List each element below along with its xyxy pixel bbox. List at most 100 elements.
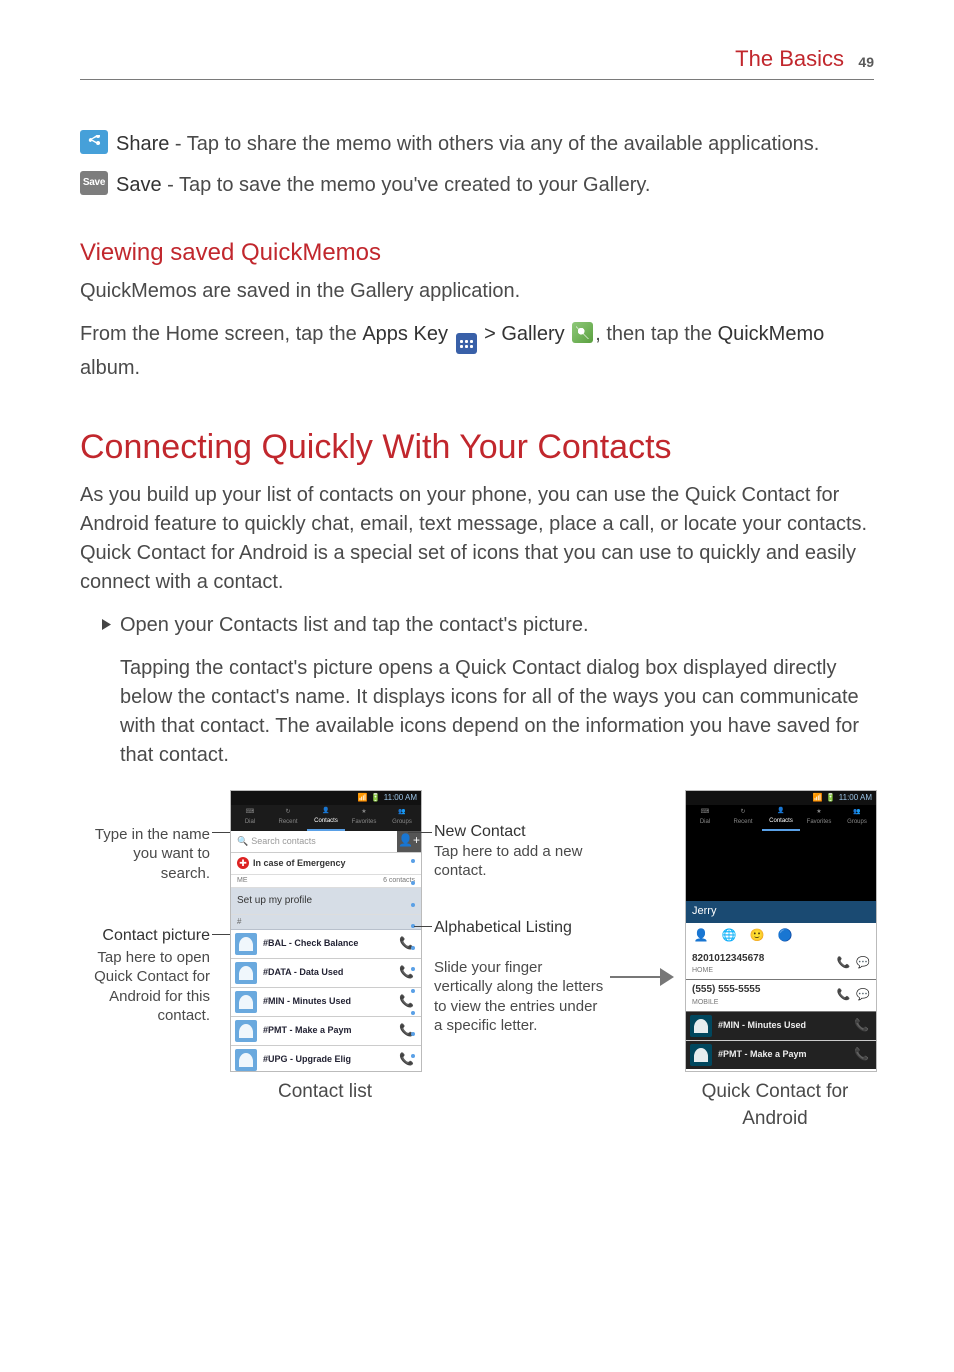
tabs-row-right: ⌨Dial ↻Recent 👤Contacts ★Favorites 👥Grou…	[686, 805, 876, 831]
contact-row-min[interactable]: #MIN - Minutes Used 📞	[231, 988, 421, 1017]
share-icon	[80, 130, 108, 154]
qc-row-min[interactable]: #MIN - Minutes Used 📞	[686, 1012, 876, 1041]
bullet-row: Open your Contacts list and tap the cont…	[102, 611, 874, 640]
call-icon[interactable]: 📞	[837, 956, 851, 972]
tab-contacts-r[interactable]: 👤Contacts	[762, 805, 800, 831]
share-label: Share	[116, 133, 169, 155]
arrow-right-icon	[660, 968, 674, 986]
call-icon[interactable]: 📞	[854, 1046, 872, 1063]
qc-row-home[interactable]: 8201012345678 HOME 📞 💬	[686, 949, 876, 981]
label-new-contact: New Contact	[434, 822, 526, 843]
tab-favorites[interactable]: ★Favorites	[345, 805, 383, 831]
status-bar-left: 📶🔋11:00 AM	[231, 791, 421, 805]
screenshot-contact-list: 📶🔋11:00 AM ⌨Dial ↻Recent 👤Contacts ★Favo…	[230, 790, 422, 1072]
search-row: 🔍Search contacts 👤+	[231, 831, 421, 853]
save-desc: - Tap to save the memo you've created to…	[162, 174, 651, 196]
bullet-text: Open your Contacts list and tap the cont…	[120, 611, 589, 640]
contact-row-bal[interactable]: #BAL - Check Balance 📞	[231, 930, 421, 959]
qc-name: Jerry	[686, 901, 876, 923]
apps-key-icon	[456, 333, 477, 354]
me-row: ME6 contacts	[231, 875, 421, 888]
avatar-icon[interactable]	[235, 1049, 257, 1071]
tab-dial-r[interactable]: ⌨Dial	[686, 805, 724, 831]
save-row: Save Save - Tap to save the memo you've …	[80, 171, 874, 200]
caption-quick-contact: Quick Contact for Android	[670, 1078, 880, 1133]
label-new-contact-sub: Tap here to add a new contact.	[434, 842, 584, 881]
leader-line-4	[414, 926, 432, 927]
avatar-icon[interactable]	[690, 1044, 712, 1066]
alpha-scroll-strip[interactable]	[411, 851, 419, 1067]
avatar-icon[interactable]	[235, 933, 257, 955]
save-text: Save - Tap to save the memo you've creat…	[116, 171, 650, 200]
label-alpha: Alphabetical Listing	[434, 918, 574, 939]
tab-groups[interactable]: 👥Groups	[383, 805, 421, 831]
ice-plus-icon: ✚	[237, 857, 249, 869]
ice-row[interactable]: ✚ In case of Emergency	[231, 853, 421, 875]
leader-line-3	[408, 832, 432, 833]
viewing-p2b: , then tap the	[595, 323, 717, 345]
share-text: Share - Tap to share the memo with other…	[116, 130, 819, 159]
avatar-icon[interactable]	[235, 991, 257, 1013]
contact-row-pmt[interactable]: #PMT - Make a Paym 📞	[231, 1017, 421, 1046]
qc-row-pmt[interactable]: #PMT - Make a Paym 📞	[686, 1041, 876, 1069]
apps-key-label: Apps Key	[362, 323, 448, 345]
qc-row-mobile[interactable]: (555) 555-5555 MOBILE 📞 💬	[686, 980, 876, 1012]
connect-intro: As you build up your list of contacts on…	[80, 481, 874, 597]
save-icon: Save	[80, 171, 108, 195]
setup-profile-row[interactable]: Set up my profile	[231, 888, 421, 916]
status-bar-right: 📶🔋11:00 AM	[686, 791, 876, 805]
label-alpha-sub: Slide your finger vertically along the l…	[434, 958, 604, 1036]
share-desc: - Tap to share the memo with others via …	[169, 133, 819, 155]
add-contact-button[interactable]: 👤+	[397, 831, 421, 852]
tabs-row-left: ⌨Dial ↻Recent 👤Contacts ★Favorites 👥Grou…	[231, 805, 421, 831]
tab-groups-r[interactable]: 👥Groups	[838, 805, 876, 831]
header-section: The Basics	[735, 43, 844, 75]
gallery-label: Gallery	[501, 323, 564, 345]
quick-dark-area	[686, 831, 876, 901]
avatar-icon[interactable]	[690, 1015, 712, 1037]
label-contact-pic: Contact picture	[80, 926, 210, 947]
qc-more-icon[interactable]: 🔵	[776, 927, 794, 945]
sms-icon[interactable]: 💬	[856, 988, 870, 1004]
qc-person-icon[interactable]: 👤	[692, 927, 710, 945]
share-row: Share - Tap to share the memo with other…	[80, 130, 874, 159]
hash-header: #	[231, 915, 421, 930]
connect-heading: Connecting Quickly With Your Contacts	[80, 423, 874, 472]
figure-area: Type in the name you want to search. Con…	[80, 790, 874, 1150]
tab-favorites-r[interactable]: ★Favorites	[800, 805, 838, 831]
viewing-p1: QuickMemos are saved in the Gallery appl…	[80, 277, 874, 306]
viewing-p2: From the Home screen, tap the Apps Key >…	[80, 320, 874, 384]
leader-line-1	[212, 832, 232, 833]
viewing-heading: Viewing saved QuickMemos	[80, 236, 874, 271]
contact-row-upg[interactable]: #UPG - Upgrade Elig 📞	[231, 1046, 421, 1072]
save-label: Save	[116, 174, 162, 196]
call-icon[interactable]: 📞	[837, 988, 851, 1004]
page-header: The Basics 49	[80, 55, 874, 80]
tab-recent[interactable]: ↻Recent	[269, 805, 307, 831]
gallery-icon	[572, 322, 593, 343]
search-input[interactable]: 🔍Search contacts	[231, 831, 397, 852]
call-icon[interactable]: 📞	[854, 1017, 872, 1034]
qc-video-icon[interactable]: 🙂	[748, 927, 766, 945]
sms-icon[interactable]: 💬	[856, 956, 870, 972]
screenshot-quick-contact: 📶🔋11:00 AM ⌨Dial ↻Recent 👤Contacts ★Favo…	[685, 790, 877, 1072]
bullet-icon	[102, 619, 120, 640]
page-number: 49	[858, 52, 874, 72]
label-contact-pic-sub: Tap here to open Quick Contact for Andro…	[80, 948, 210, 1026]
viewing-p2c: album.	[80, 357, 140, 379]
tab-dial[interactable]: ⌨Dial	[231, 805, 269, 831]
caption-contact-list: Contact list	[230, 1078, 420, 1106]
quickmemo-label: QuickMemo	[718, 323, 825, 345]
arrow-line	[610, 976, 660, 978]
avatar-icon[interactable]	[235, 1020, 257, 1042]
qc-action-icons: 👤 🌐 🙂 🔵	[686, 923, 876, 949]
label-type-in: Type in the name you want to search.	[80, 825, 210, 884]
tab-contacts[interactable]: 👤Contacts	[307, 805, 345, 831]
viewing-p2a: From the Home screen, tap the	[80, 323, 362, 345]
connect-after: Tapping the contact's picture opens a Qu…	[120, 654, 874, 770]
contact-row-data[interactable]: #DATA - Data Used 📞	[231, 959, 421, 988]
tab-recent-r[interactable]: ↻Recent	[724, 805, 762, 831]
qc-web-icon[interactable]: 🌐	[720, 927, 738, 945]
avatar-icon[interactable]	[235, 962, 257, 984]
gt-symbol: >	[479, 323, 502, 345]
